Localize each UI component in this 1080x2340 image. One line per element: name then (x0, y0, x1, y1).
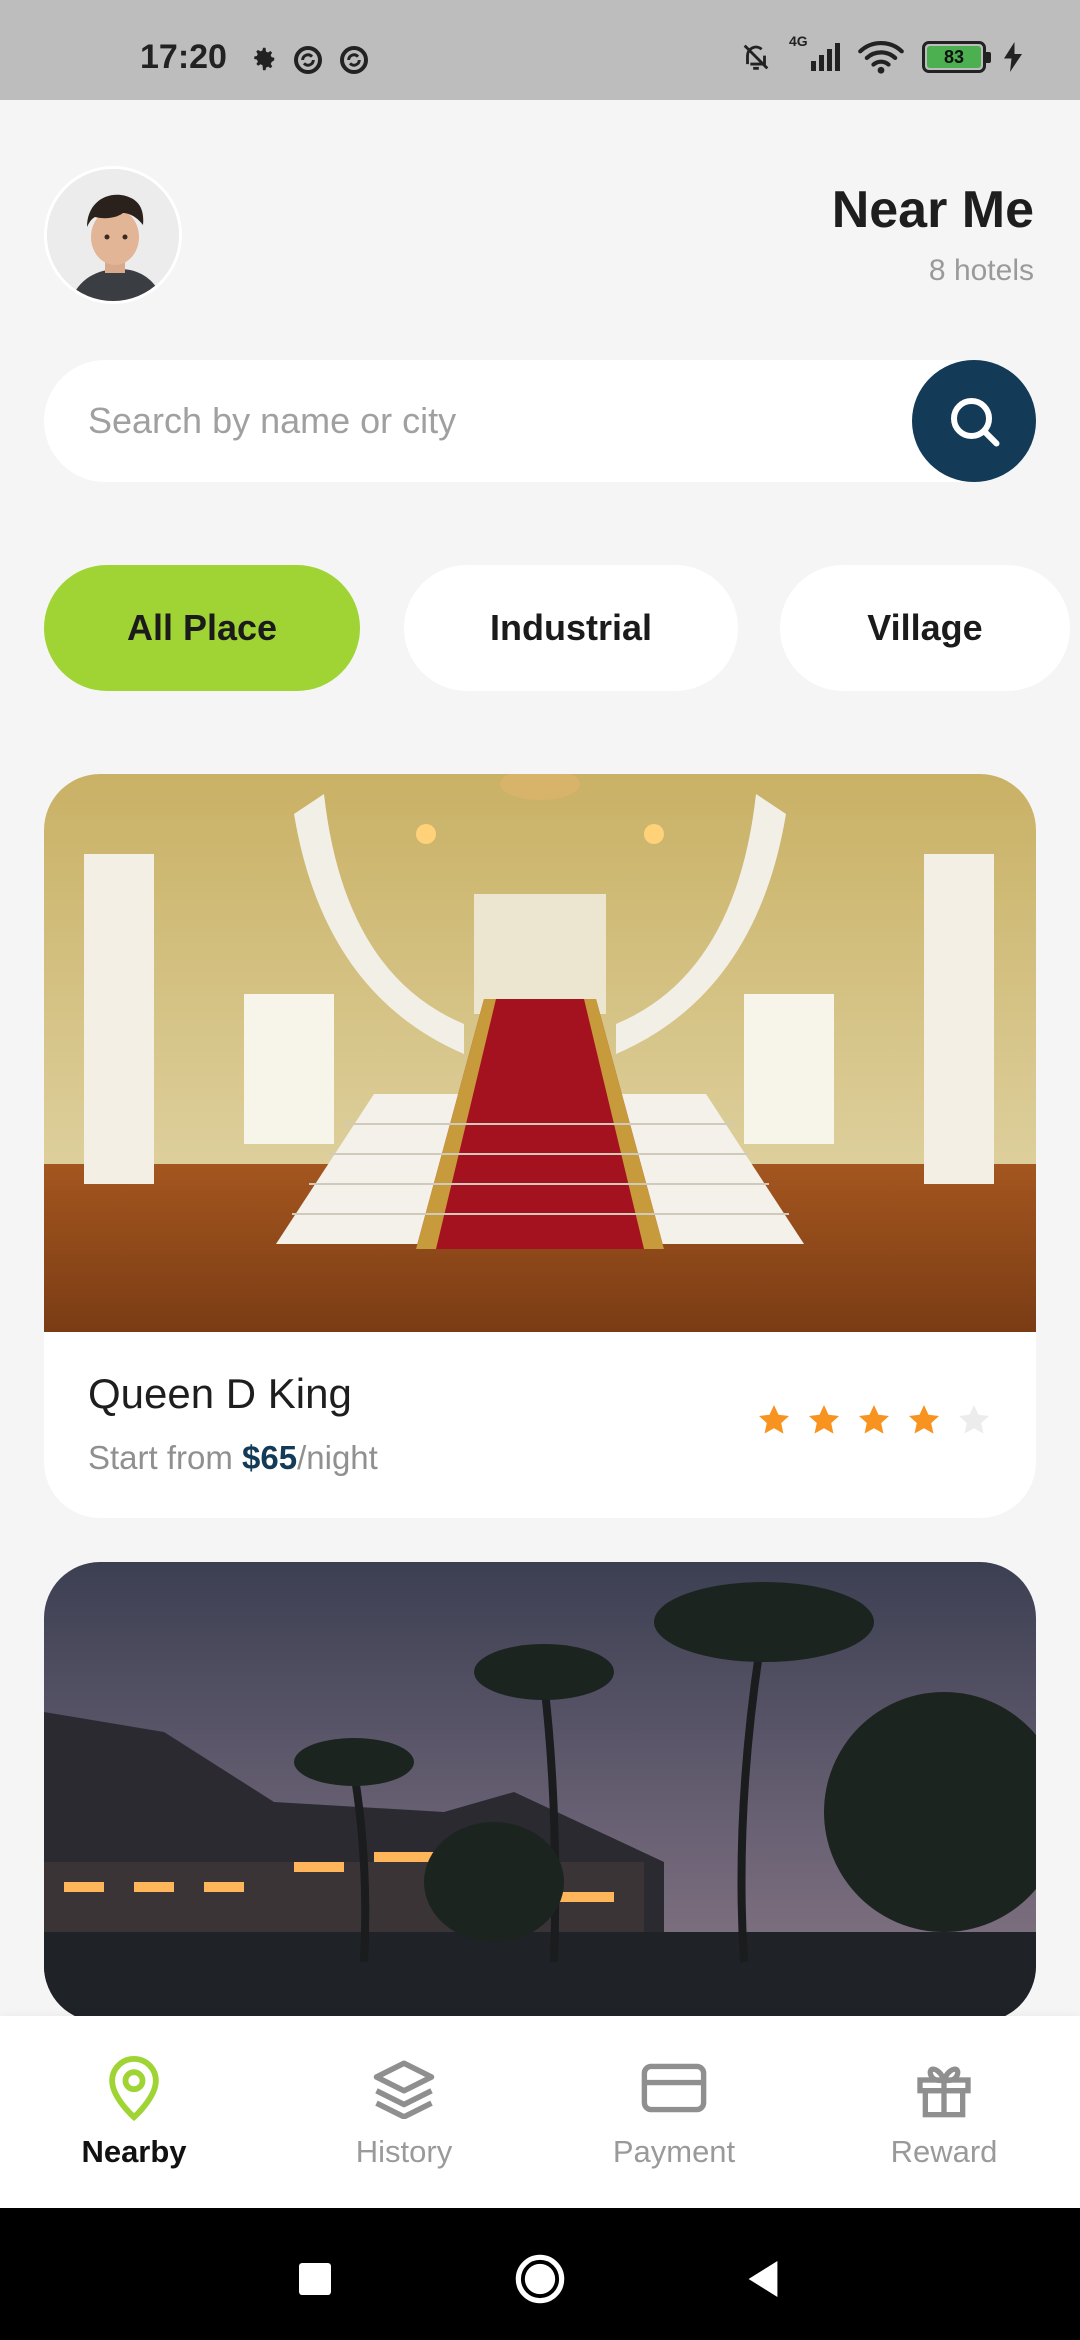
star-icon (809, 1405, 839, 1434)
layers-icon (373, 2060, 435, 2119)
hotel-price: Start from $65/night (88, 1439, 378, 1477)
price-amount: $65 (242, 1439, 298, 1476)
nav-reward[interactable]: Reward (844, 2054, 1044, 2170)
search-input[interactable] (88, 360, 908, 482)
avatar-image (47, 169, 179, 301)
nav-label: Reward (890, 2134, 998, 2169)
star-icon (759, 1405, 789, 1434)
hotel-image (44, 1562, 1036, 2022)
search-button[interactable] (912, 360, 1036, 482)
charging-icon (1004, 42, 1022, 72)
search-icon (951, 398, 1000, 447)
hotel-name: Queen D King (88, 1370, 352, 1417)
star-empty-icon (959, 1405, 989, 1434)
back-triangle-icon (748, 2261, 778, 2297)
chip-all-place[interactable]: All Place (44, 565, 360, 691)
wifi-icon (858, 41, 904, 74)
settings-icon (254, 47, 275, 71)
nav-payment[interactable]: Payment (574, 2054, 774, 2170)
star-icon (859, 1405, 889, 1434)
back-button[interactable] (736, 2252, 790, 2306)
battery-icon: 83 (922, 41, 991, 73)
nav-history[interactable]: History (304, 2054, 504, 2170)
credit-card-icon (641, 2063, 707, 2113)
hotel-count: 8 hotels (928, 254, 1034, 287)
home-circle-icon (515, 2254, 565, 2304)
recents-button[interactable] (288, 2252, 342, 2306)
nav-label: Nearby (81, 2134, 187, 2169)
gift-icon (917, 2066, 971, 2118)
star-rating (756, 1402, 992, 1438)
signal-indicator: 4G (789, 33, 840, 71)
price-suffix: /night (297, 1439, 378, 1476)
system-nav-bar (0, 2208, 1080, 2340)
price-prefix: Start from (88, 1439, 243, 1476)
status-bar: 17:20 4G 83 (0, 0, 1080, 100)
sync-icon-2 (340, 46, 368, 74)
nav-nearby[interactable]: Nearby (34, 2054, 234, 2170)
nav-label: Payment (612, 2134, 736, 2169)
network-type: 4G (789, 33, 808, 49)
chip-industrial[interactable]: Industrial (404, 565, 738, 691)
square-icon (299, 2263, 331, 2295)
hotel-card[interactable] (44, 1562, 1036, 2022)
hotel-card[interactable]: Queen D King Start from $65/night (44, 774, 1036, 1518)
battery-level: 83 (927, 46, 981, 68)
home-button[interactable] (513, 2252, 567, 2306)
status-right-icons: 4G 83 (739, 33, 1022, 74)
avatar[interactable] (44, 166, 182, 304)
search-bar (44, 360, 1036, 482)
star-icon (909, 1405, 939, 1434)
sync-icon (294, 46, 322, 74)
bottom-nav: Nearby History Payment Reward (0, 2016, 1080, 2208)
location-pin-icon (109, 2055, 159, 2122)
status-left-icons (248, 44, 370, 76)
status-time: 17:20 (140, 38, 227, 76)
page-title: Near Me (831, 181, 1034, 239)
chip-village[interactable]: Village (780, 565, 1070, 691)
hotel-image (44, 774, 1036, 1332)
nav-label: History (355, 2134, 453, 2169)
bell-muted-icon (743, 44, 769, 70)
